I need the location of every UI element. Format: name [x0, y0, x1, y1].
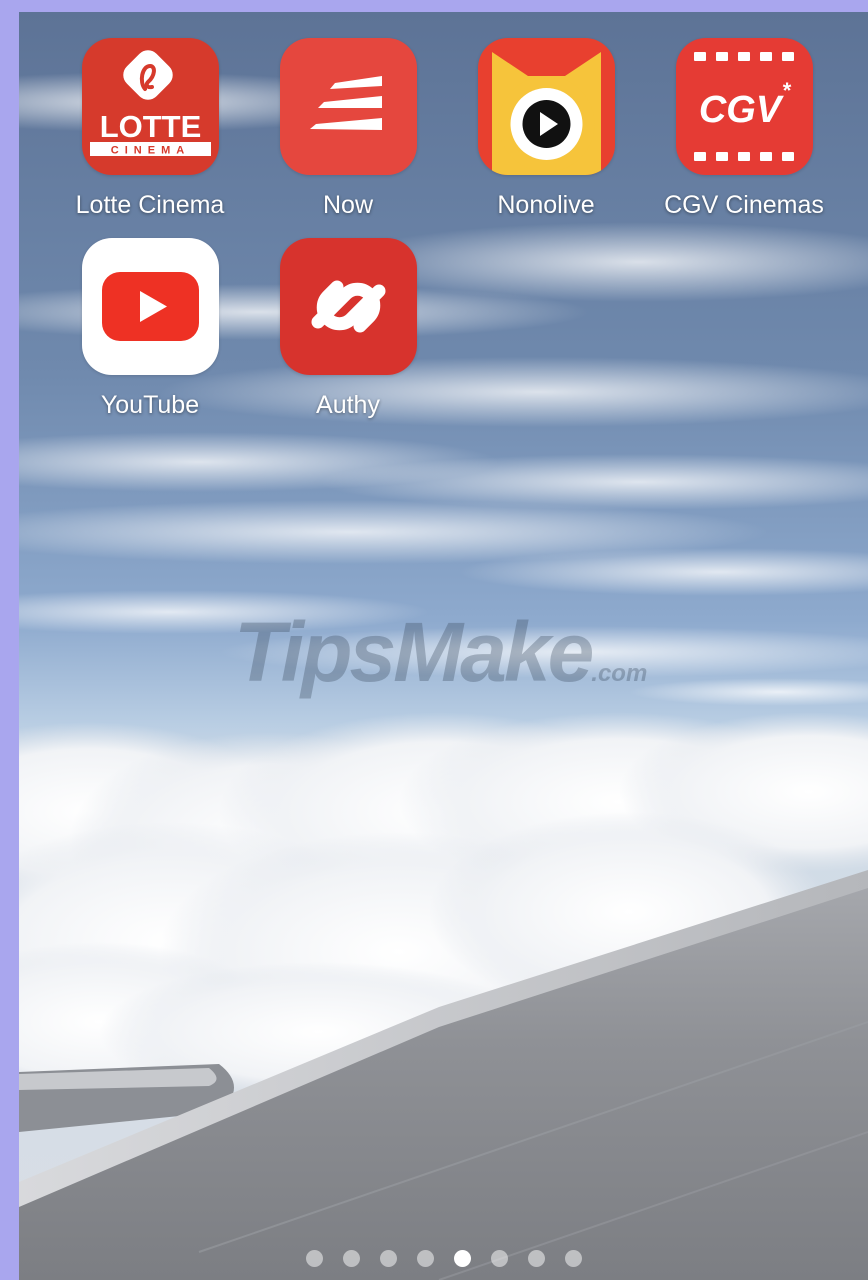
page-dot-2[interactable]	[342, 1250, 360, 1267]
app-label-authy: Authy	[316, 391, 380, 419]
app-authy[interactable]: Authy	[258, 238, 438, 420]
app-label-lotte-cinema: Lotte Cinema	[75, 191, 225, 219]
page-dot-7[interactable]	[527, 1250, 545, 1267]
page-dot-4[interactable]	[416, 1250, 434, 1267]
authy-icon[interactable]	[279, 238, 417, 375]
cgv-cinemas-icon[interactable]: CGV *	[675, 38, 813, 175]
app-label-now: Now	[322, 191, 373, 219]
cgv-wordmark: CGV	[698, 89, 783, 131]
lotte-wordmark: LOTTE	[99, 109, 201, 144]
cgv-star: *	[782, 78, 791, 103]
watermark-brand: TipsMake	[234, 605, 594, 699]
nonolive-icon[interactable]	[477, 38, 615, 175]
youtube-icon[interactable]	[81, 238, 219, 375]
page-dot-6[interactable]	[490, 1250, 508, 1267]
page-dot-8[interactable]	[564, 1250, 582, 1267]
app-label-youtube: YouTube	[100, 391, 200, 419]
app-cgv-cinemas[interactable]: CGV * CGV Cinemas	[654, 38, 834, 220]
app-label-cgv-cinemas: CGV Cinemas	[664, 191, 824, 219]
watermark: TipsMake.com	[234, 604, 647, 701]
now-icon[interactable]	[279, 38, 417, 175]
home-screen: TipsMake.com LOTTE CINEMA Lotte Cinema N…	[19, 12, 868, 1280]
app-youtube[interactable]: YouTube	[60, 238, 240, 420]
page-dot-5-current[interactable]	[453, 1250, 471, 1267]
app-nonolive[interactable]: Nonolive	[456, 38, 636, 220]
lotte-subtitle: CINEMA	[110, 145, 189, 157]
app-lotte-cinema[interactable]: LOTTE CINEMA Lotte Cinema	[60, 38, 240, 220]
app-label-nonolive: Nonolive	[497, 191, 595, 219]
page-dot-3[interactable]	[379, 1250, 397, 1267]
app-now[interactable]: Now	[258, 38, 438, 220]
lotte-cinema-icon[interactable]: LOTTE CINEMA	[81, 38, 219, 175]
watermark-suffix: .com	[591, 660, 648, 687]
page-dot-1[interactable]	[305, 1250, 323, 1267]
page-indicator[interactable]	[19, 1250, 868, 1267]
